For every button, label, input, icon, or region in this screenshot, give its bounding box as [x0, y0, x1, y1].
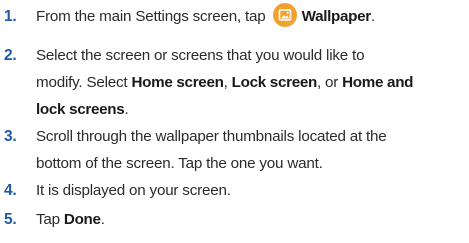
- home-screen-label: Home screen: [131, 74, 224, 91]
- step-number: 5.: [4, 211, 17, 228]
- step-text: Scroll through the wallpaper thumbnails …: [36, 123, 466, 177]
- step-text-part: modify. Select: [36, 74, 132, 91]
- step-punct: .: [100, 211, 105, 228]
- step-number: 2.: [4, 47, 17, 64]
- wallpaper-icon: [272, 3, 297, 27]
- home-and-lock-label-part2: lock screens: [36, 101, 125, 118]
- step-text-part: From the main Settings screen, tap: [36, 8, 266, 25]
- step-number: 3.: [4, 128, 17, 145]
- lock-screen-label: Lock screen: [231, 74, 318, 91]
- step-text: From the main Settings screen, tap Wallp…: [36, 3, 466, 30]
- step-punct: .: [124, 101, 129, 118]
- step-text-line: bottom of the screen. Tap the one you wa…: [36, 155, 323, 172]
- step-text-line: Scroll through the wallpaper thumbnails …: [36, 128, 387, 145]
- home-and-lock-label-part1: Home and: [342, 74, 414, 91]
- step-text-part: , or: [316, 74, 343, 91]
- step-number: 1.: [4, 8, 17, 25]
- step-text-line: Select the screen or screens that you wo…: [36, 47, 365, 64]
- step-text: Tap Done.: [36, 206, 466, 233]
- step-punct: .: [370, 8, 375, 25]
- step-text: It is displayed on your screen.: [36, 177, 466, 204]
- done-label: Done: [63, 211, 101, 228]
- wallpaper-label: Wallpaper: [301, 8, 372, 25]
- step-number: 4.: [4, 182, 17, 199]
- step-text-line: It is displayed on your screen.: [36, 182, 231, 199]
- step-text-part: Tap: [36, 211, 64, 228]
- step-text-part: ,: [223, 74, 232, 91]
- step-text: Select the screen or screens that you wo…: [36, 42, 466, 123]
